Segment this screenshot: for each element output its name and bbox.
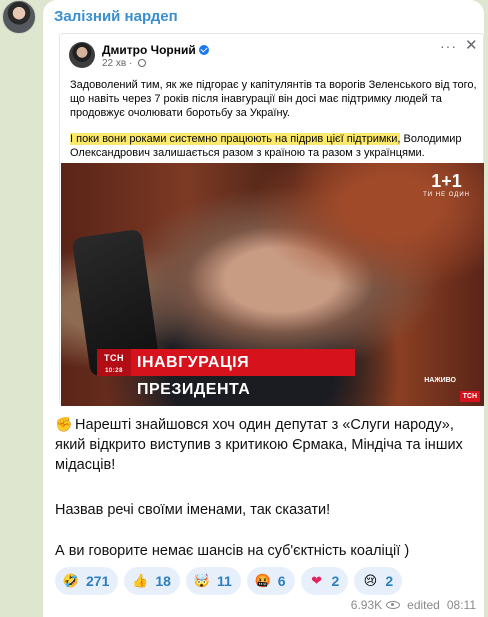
reaction-thumbs-up[interactable]: 👍 18 — [124, 567, 180, 595]
post-paragraph-2: І поки вони роками системно працюють на … — [70, 132, 480, 160]
thumbs-up-icon: 👍 — [132, 573, 149, 588]
tsn-tag-time: 10:28 — [105, 368, 123, 374]
message-text-2: Назвав речі своїми іменами, так сказати! — [55, 502, 331, 518]
heart-icon: ❤ — [311, 573, 322, 588]
edited-label: edited — [407, 598, 440, 612]
message-text-3: А ви говорите немає шансів на суб'єктніс… — [55, 543, 410, 559]
close-icon[interactable]: ✕ — [465, 36, 478, 54]
rofl-icon: 🤣 — [62, 573, 80, 588]
highlighted-text: І поки вони роками системно працюють на … — [70, 133, 401, 145]
crying-icon: 😢 — [363, 573, 378, 588]
reaction-count: 18 — [155, 573, 171, 589]
eye-icon — [386, 601, 401, 609]
channel-logo-text: 1+1 — [431, 171, 462, 191]
reaction-count: 6 — [277, 573, 286, 589]
message-footer: 6.93K edited 08:11 — [351, 598, 476, 612]
channel-avatar[interactable] — [2, 0, 36, 34]
message-text-1: ✊ Нарешті знайшовся хоч один депутат з «… — [55, 414, 475, 475]
reaction-count: 2 — [331, 573, 340, 589]
reaction-angry[interactable]: 🤬 6 — [246, 567, 295, 595]
raised-fist-icon: ✊ — [55, 416, 73, 432]
facebook-post-card[interactable]: Дмитро Чорний 22 хв · ··· ✕ Задоволений … — [59, 33, 484, 406]
news-banner: ТСН 10:28 ІНАВГУРАЦІЯ ПРЕЗИДЕНТА — [97, 349, 355, 398]
message-time: 08:11 — [446, 598, 476, 612]
post-time[interactable]: 22 хв — [102, 58, 126, 69]
mind-blown-icon: 🤯 — [193, 573, 211, 588]
post-time-row: 22 хв · — [102, 58, 147, 69]
channel-name[interactable]: Залізний нардеп — [54, 8, 178, 25]
reaction-count: 271 — [86, 573, 110, 589]
angry-icon: 🤬 — [254, 573, 271, 588]
reaction-count: 11 — [216, 573, 232, 589]
more-options-icon[interactable]: ··· — [440, 38, 457, 54]
tsn-tag-text: ТСН — [104, 353, 124, 363]
author-name[interactable]: Дмитро Чорний — [102, 43, 196, 57]
reaction-crying[interactable]: 😢 2 — [354, 567, 403, 595]
reaction-mind-blown[interactable]: 🤯 11 — [185, 567, 241, 595]
reaction-count: 2 — [385, 573, 394, 589]
live-label: НАЖИВО — [424, 377, 456, 384]
banner-text: ІНАВГУРАЦІЯ ПРЕЗИДЕНТА — [137, 354, 251, 398]
post-paragraph-1: Задоволений тим, як же підгорає у капіту… — [70, 79, 477, 119]
globe-icon — [138, 59, 147, 67]
verified-badge-icon — [198, 45, 209, 55]
channel-logo-sub: ТИ НЕ ОДИН — [423, 192, 470, 198]
channel-logo: 1+1 ТИ НЕ ОДИН — [423, 171, 470, 198]
author-name-row[interactable]: Дмитро Чорний — [102, 43, 209, 57]
reactions-bar: 🤣 271 👍 18 🤯 11 🤬 6 ❤ 2 😢 2 — [55, 567, 403, 595]
reaction-heart[interactable]: ❤ 2 — [300, 567, 349, 595]
view-count: 6.93K — [350, 598, 383, 612]
reaction-rofl[interactable]: 🤣 271 — [55, 567, 119, 595]
author-avatar[interactable] — [69, 42, 95, 68]
message-line-1: Нарешті знайшовся хоч один депутат з «Сл… — [55, 417, 463, 473]
tsn-corner-logo: ТСН — [459, 391, 480, 402]
tsn-tag: ТСН 10:28 — [97, 349, 131, 376]
post-photo[interactable]: 1+1 ТИ НЕ ОДИН ТСН 10:28 ІНАВГУРАЦІЯ ПРЕ… — [61, 163, 484, 406]
